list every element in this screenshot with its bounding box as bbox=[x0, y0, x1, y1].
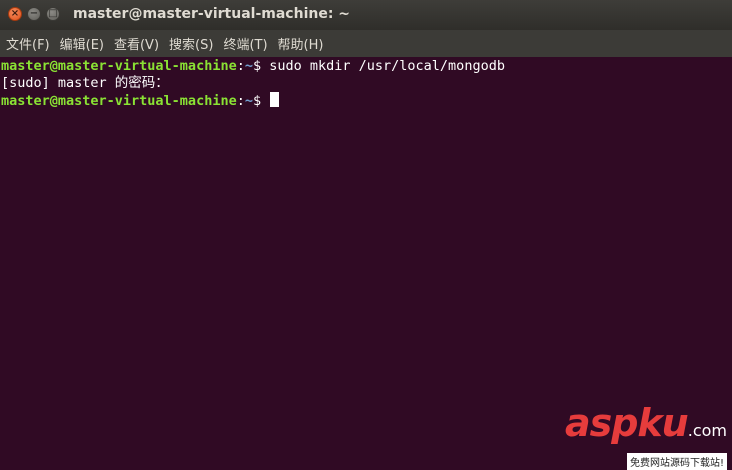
prompt-path: ~ bbox=[244, 58, 253, 74]
prompt-symbol: $ bbox=[252, 58, 270, 74]
minimize-window-button[interactable]: − bbox=[27, 7, 41, 21]
menu-file[interactable]: 文件(F) bbox=[0, 34, 54, 53]
window-title: master@master-virtual-machine: ~ bbox=[73, 6, 351, 22]
menu-help[interactable]: 帮助(H) bbox=[272, 34, 328, 53]
window-titlebar[interactable]: × − □ master@master-virtual-machine: ~ bbox=[0, 0, 732, 30]
watermark-logo-text: aspku bbox=[564, 401, 689, 445]
prompt-separator: : bbox=[236, 58, 245, 74]
menu-bar: 文件(F) 编辑(E) 查看(V) 搜索(S) 终端(T) 帮助(H) bbox=[0, 30, 732, 57]
menu-edit[interactable]: 编辑(E) bbox=[54, 34, 108, 53]
text-cursor bbox=[270, 92, 280, 107]
terminal-line-password-prompt: [sudo] master 的密码： bbox=[0, 75, 732, 92]
command-text: sudo mkdir /usr/local/mongodb bbox=[269, 58, 505, 74]
close-icon: × bbox=[10, 8, 20, 19]
watermark: aspku.com 免费网站源码下载站! bbox=[557, 403, 727, 470]
watermark-domain: .com bbox=[687, 421, 727, 440]
sudo-password-prompt: [sudo] master 的密码： bbox=[1, 75, 169, 91]
prompt-separator: : bbox=[236, 93, 245, 109]
maximize-icon: □ bbox=[48, 8, 58, 19]
prompt-user-host: master@master-virtual-machine bbox=[1, 93, 237, 109]
watermark-logo: aspku.com bbox=[557, 403, 727, 451]
maximize-window-button[interactable]: □ bbox=[46, 7, 60, 21]
close-window-button[interactable]: × bbox=[8, 7, 22, 21]
minimize-icon: − bbox=[29, 8, 39, 19]
menu-search[interactable]: 搜索(S) bbox=[163, 34, 217, 53]
prompt-path: ~ bbox=[244, 93, 253, 109]
menu-terminal[interactable]: 终端(T) bbox=[217, 34, 271, 53]
watermark-tagline: 免费网站源码下载站! bbox=[626, 453, 727, 470]
prompt-user-host: master@master-virtual-machine bbox=[1, 58, 237, 74]
terminal-line-current-prompt: master@master-virtual-machine:~$ bbox=[0, 92, 732, 109]
prompt-symbol: $ bbox=[252, 93, 270, 109]
menu-view[interactable]: 查看(V) bbox=[108, 34, 163, 53]
terminal-line-command: master@master-virtual-machine:~$ sudo mk… bbox=[0, 58, 732, 75]
